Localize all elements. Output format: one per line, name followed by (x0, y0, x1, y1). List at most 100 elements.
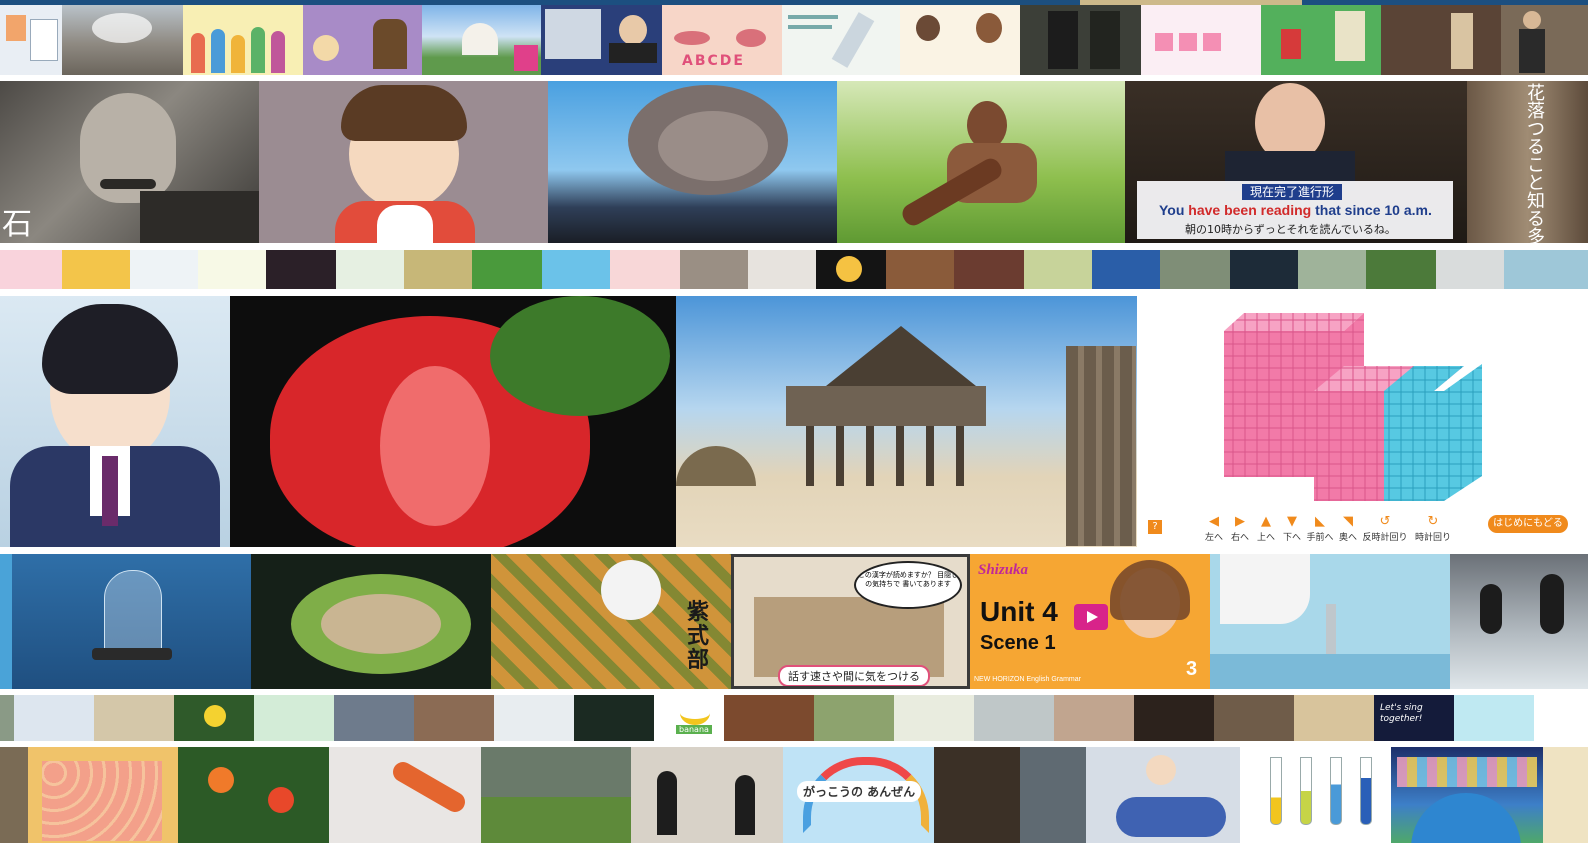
strip-thumb-12[interactable] (748, 250, 816, 289)
strip2-thumb-0[interactable] (0, 695, 14, 741)
arrow-back-icon: ◥ (1343, 514, 1353, 529)
strip2-thumb-banana[interactable]: banana (664, 695, 724, 741)
strip-thumb-1[interactable] (0, 250, 62, 289)
subtitle-japanese: 朝の10時からずっとそれを読んでいるね。 (1185, 223, 1396, 236)
thumb-strawberry-closeup[interactable] (230, 296, 676, 547)
strip2-thumb-8[interactable] (574, 695, 654, 741)
strip-thumb-11[interactable] (680, 250, 748, 289)
play-button[interactable] (1074, 604, 1108, 630)
strip2-thumb-11[interactable] (814, 695, 894, 741)
strip2-thumb-16[interactable] (1214, 695, 1294, 741)
strip-thumb-21[interactable] (1366, 250, 1436, 289)
thumb-period-drama[interactable] (1381, 5, 1501, 75)
thumb-anime-boy[interactable] (259, 81, 548, 243)
strip2-thumb-1[interactable] (14, 695, 94, 741)
strip-thumb-2[interactable] (62, 250, 130, 289)
thumb-volcano-eruption[interactable] (548, 81, 837, 243)
thumb-taj-mahal[interactable] (422, 5, 541, 75)
thumb-vertical-poem[interactable]: 花落つること知る多少ぞ (1467, 81, 1588, 243)
thumb-edge-sliver[interactable] (0, 554, 12, 689)
strip-thumb-20[interactable] (1298, 250, 1366, 289)
strip2-thumb-12[interactable] (894, 695, 974, 741)
thumb-actor-portrait[interactable] (1501, 5, 1588, 75)
strip2-thumb-4[interactable] (254, 695, 334, 741)
cube-app-panel[interactable]: ? ◀ 左へ ▶ 右へ ▲ 上へ ▼ 下へ ◣ 手前へ ◥ 奥へ ↺ 反時計回り ↻ 時計回り … (1137, 296, 1588, 547)
thumb-murasaki-shikibu-scroll[interactable]: 紫式部 (491, 554, 731, 689)
control-cw[interactable]: ↻ 時計回り (1409, 514, 1457, 546)
strip2-thumb-2[interactable] (94, 695, 174, 741)
strip-thumb-18[interactable] (1160, 250, 1230, 289)
strip-thumb-15[interactable] (954, 250, 1024, 289)
thumb-anime-sick-child[interactable] (1086, 747, 1240, 843)
thumb-cutting-vegetable[interactable] (329, 747, 481, 843)
thumb-pink-blocks[interactable] (1141, 5, 1261, 75)
thumb-english-grammar-lesson[interactable]: 現在完了進行形 You have been reading that since… (1125, 81, 1467, 243)
thumb-sepia-author-portrait[interactable]: 石 (0, 81, 259, 243)
strip-thumb-22[interactable] (1436, 250, 1504, 289)
thumb-bell-jar-experiment[interactable] (12, 554, 251, 689)
strip2-thumb-15[interactable] (1134, 695, 1214, 741)
strip-thumb-7[interactable] (404, 250, 472, 289)
strip-thumb-8[interactable] (472, 250, 542, 289)
strip2-thumb-13[interactable] (974, 695, 1054, 741)
control-up[interactable]: ▲ 上へ (1253, 514, 1279, 546)
thumb-anime-student[interactable] (0, 296, 230, 547)
strip-thumb-19[interactable] (1230, 250, 1298, 289)
thumb-alcohol-lamp-lab[interactable] (1210, 554, 1450, 689)
strip-thumb-14[interactable] (886, 250, 954, 289)
strip2-thumb-17[interactable] (1294, 695, 1374, 741)
strip-thumb-3[interactable] (130, 250, 198, 289)
strip2-thumb-10[interactable] (724, 695, 814, 741)
thumb-school-safety-rainbow[interactable]: がっこうの あんぜん (783, 747, 934, 843)
strip2-thumb-7[interactable] (494, 695, 574, 741)
thumb-peaches-box[interactable] (28, 747, 178, 843)
thumb-cartoon-house-door[interactable] (1261, 5, 1381, 75)
thumb-mouth-phonics[interactable]: ABCDE (662, 5, 782, 75)
strip-thumb-17[interactable] (1092, 250, 1160, 289)
thumb-slide-diagram[interactable] (0, 5, 62, 75)
thumb-japan-map-diagram[interactable] (782, 5, 900, 75)
strip2-thumb-19[interactable] (1454, 695, 1534, 741)
thumb-venus-flytrap[interactable] (251, 554, 491, 689)
thumb-test-tubes[interactable] (1240, 747, 1391, 843)
thumb-classroom-speech[interactable]: この漢字が読めますか？ 目隠しの気持ちで 書いてあります 話す速さや間に気をつけ… (731, 554, 970, 689)
strip-thumb-9[interactable] (542, 250, 610, 289)
strip-thumb-5[interactable] (266, 250, 336, 289)
strip2-thumb-3[interactable] (174, 695, 254, 741)
thumb-yoshinogari-watchtower[interactable] (676, 296, 1137, 547)
strip2-thumb-5[interactable] (334, 695, 414, 741)
strip-thumb-23[interactable] (1504, 250, 1588, 289)
control-back[interactable]: ◥ 奥へ (1335, 514, 1361, 546)
thumb-cartoon-people-group[interactable] (183, 5, 303, 75)
thumb-supermarket[interactable] (481, 747, 631, 843)
thumb-lecture-presenter[interactable] (541, 5, 662, 75)
thumb-factory-and-store[interactable] (934, 747, 1086, 843)
control-front[interactable]: ◣ 手前へ (1305, 514, 1335, 546)
strip2-thumb-song[interactable]: Let's sing together! (1374, 695, 1454, 741)
thumb-anime-couple[interactable] (900, 5, 1020, 75)
control-right[interactable]: ▶ 右へ (1227, 514, 1253, 546)
thumb-volcano-crater[interactable] (62, 5, 183, 75)
thumb-edge-sliver-3[interactable] (1543, 747, 1588, 843)
thumb-penguins[interactable] (1450, 554, 1588, 689)
thumb-cartoon-historical[interactable] (303, 5, 422, 75)
thumb-didgeridoo-player[interactable] (837, 81, 1125, 243)
reset-button[interactable]: はじめにもどる (1488, 515, 1568, 533)
thumb-new-horizon-unit[interactable]: Shizuka Unit 4 Scene 1 3 NEW HORIZON Eng… (970, 554, 1210, 689)
strip-thumb-13[interactable] (816, 250, 886, 289)
strip2-thumb-6[interactable] (414, 695, 494, 741)
strip2-thumb-14[interactable] (1054, 695, 1134, 741)
strip-thumb-4[interactable] (198, 250, 266, 289)
control-left[interactable]: ◀ 左へ (1201, 514, 1227, 546)
control-ccw[interactable]: ↺ 反時計回り (1361, 514, 1409, 546)
thumb-edge-sliver-2[interactable] (0, 747, 28, 843)
strip-thumb-6[interactable] (336, 250, 404, 289)
thumb-calligraphy-poem[interactable] (1020, 5, 1141, 75)
thumb-world-children[interactable] (1391, 747, 1543, 843)
thumb-kendo-match[interactable] (631, 747, 783, 843)
thumb-lantana-butterfly[interactable] (178, 747, 329, 843)
control-down[interactable]: ▼ 下へ (1279, 514, 1305, 546)
strip-thumb-16[interactable] (1024, 250, 1092, 289)
help-icon[interactable]: ? (1148, 520, 1162, 534)
strip-thumb-10[interactable] (610, 250, 680, 289)
